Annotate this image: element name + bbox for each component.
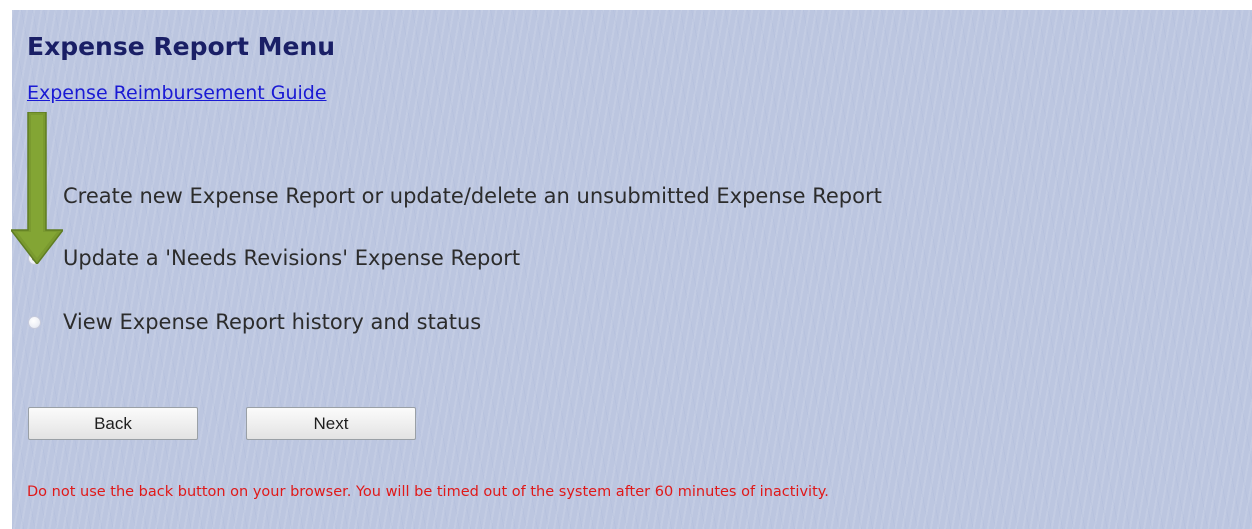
option-create-new[interactable]: Create new Expense Report or update/dele…	[28, 181, 882, 211]
radio-view-history[interactable]	[28, 315, 41, 329]
down-arrow-icon	[11, 112, 63, 264]
expense-guide-link[interactable]: Expense Reimbursement Guide	[27, 81, 327, 105]
page-title: Expense Report Menu	[27, 32, 336, 61]
back-button[interactable]: Back	[28, 407, 198, 440]
option-view-history[interactable]: View Expense Report history and status	[28, 307, 481, 337]
option-label: Update a 'Needs Revisions' Expense Repor…	[63, 246, 521, 270]
inactivity-warning: Do not use the back button on your brows…	[27, 484, 829, 500]
option-update-needs-revisions[interactable]: Update a 'Needs Revisions' Expense Repor…	[28, 243, 520, 273]
option-label: Create new Expense Report or update/dele…	[63, 184, 882, 208]
next-button[interactable]: Next	[246, 407, 416, 440]
option-label: View Expense Report history and status	[63, 310, 482, 334]
